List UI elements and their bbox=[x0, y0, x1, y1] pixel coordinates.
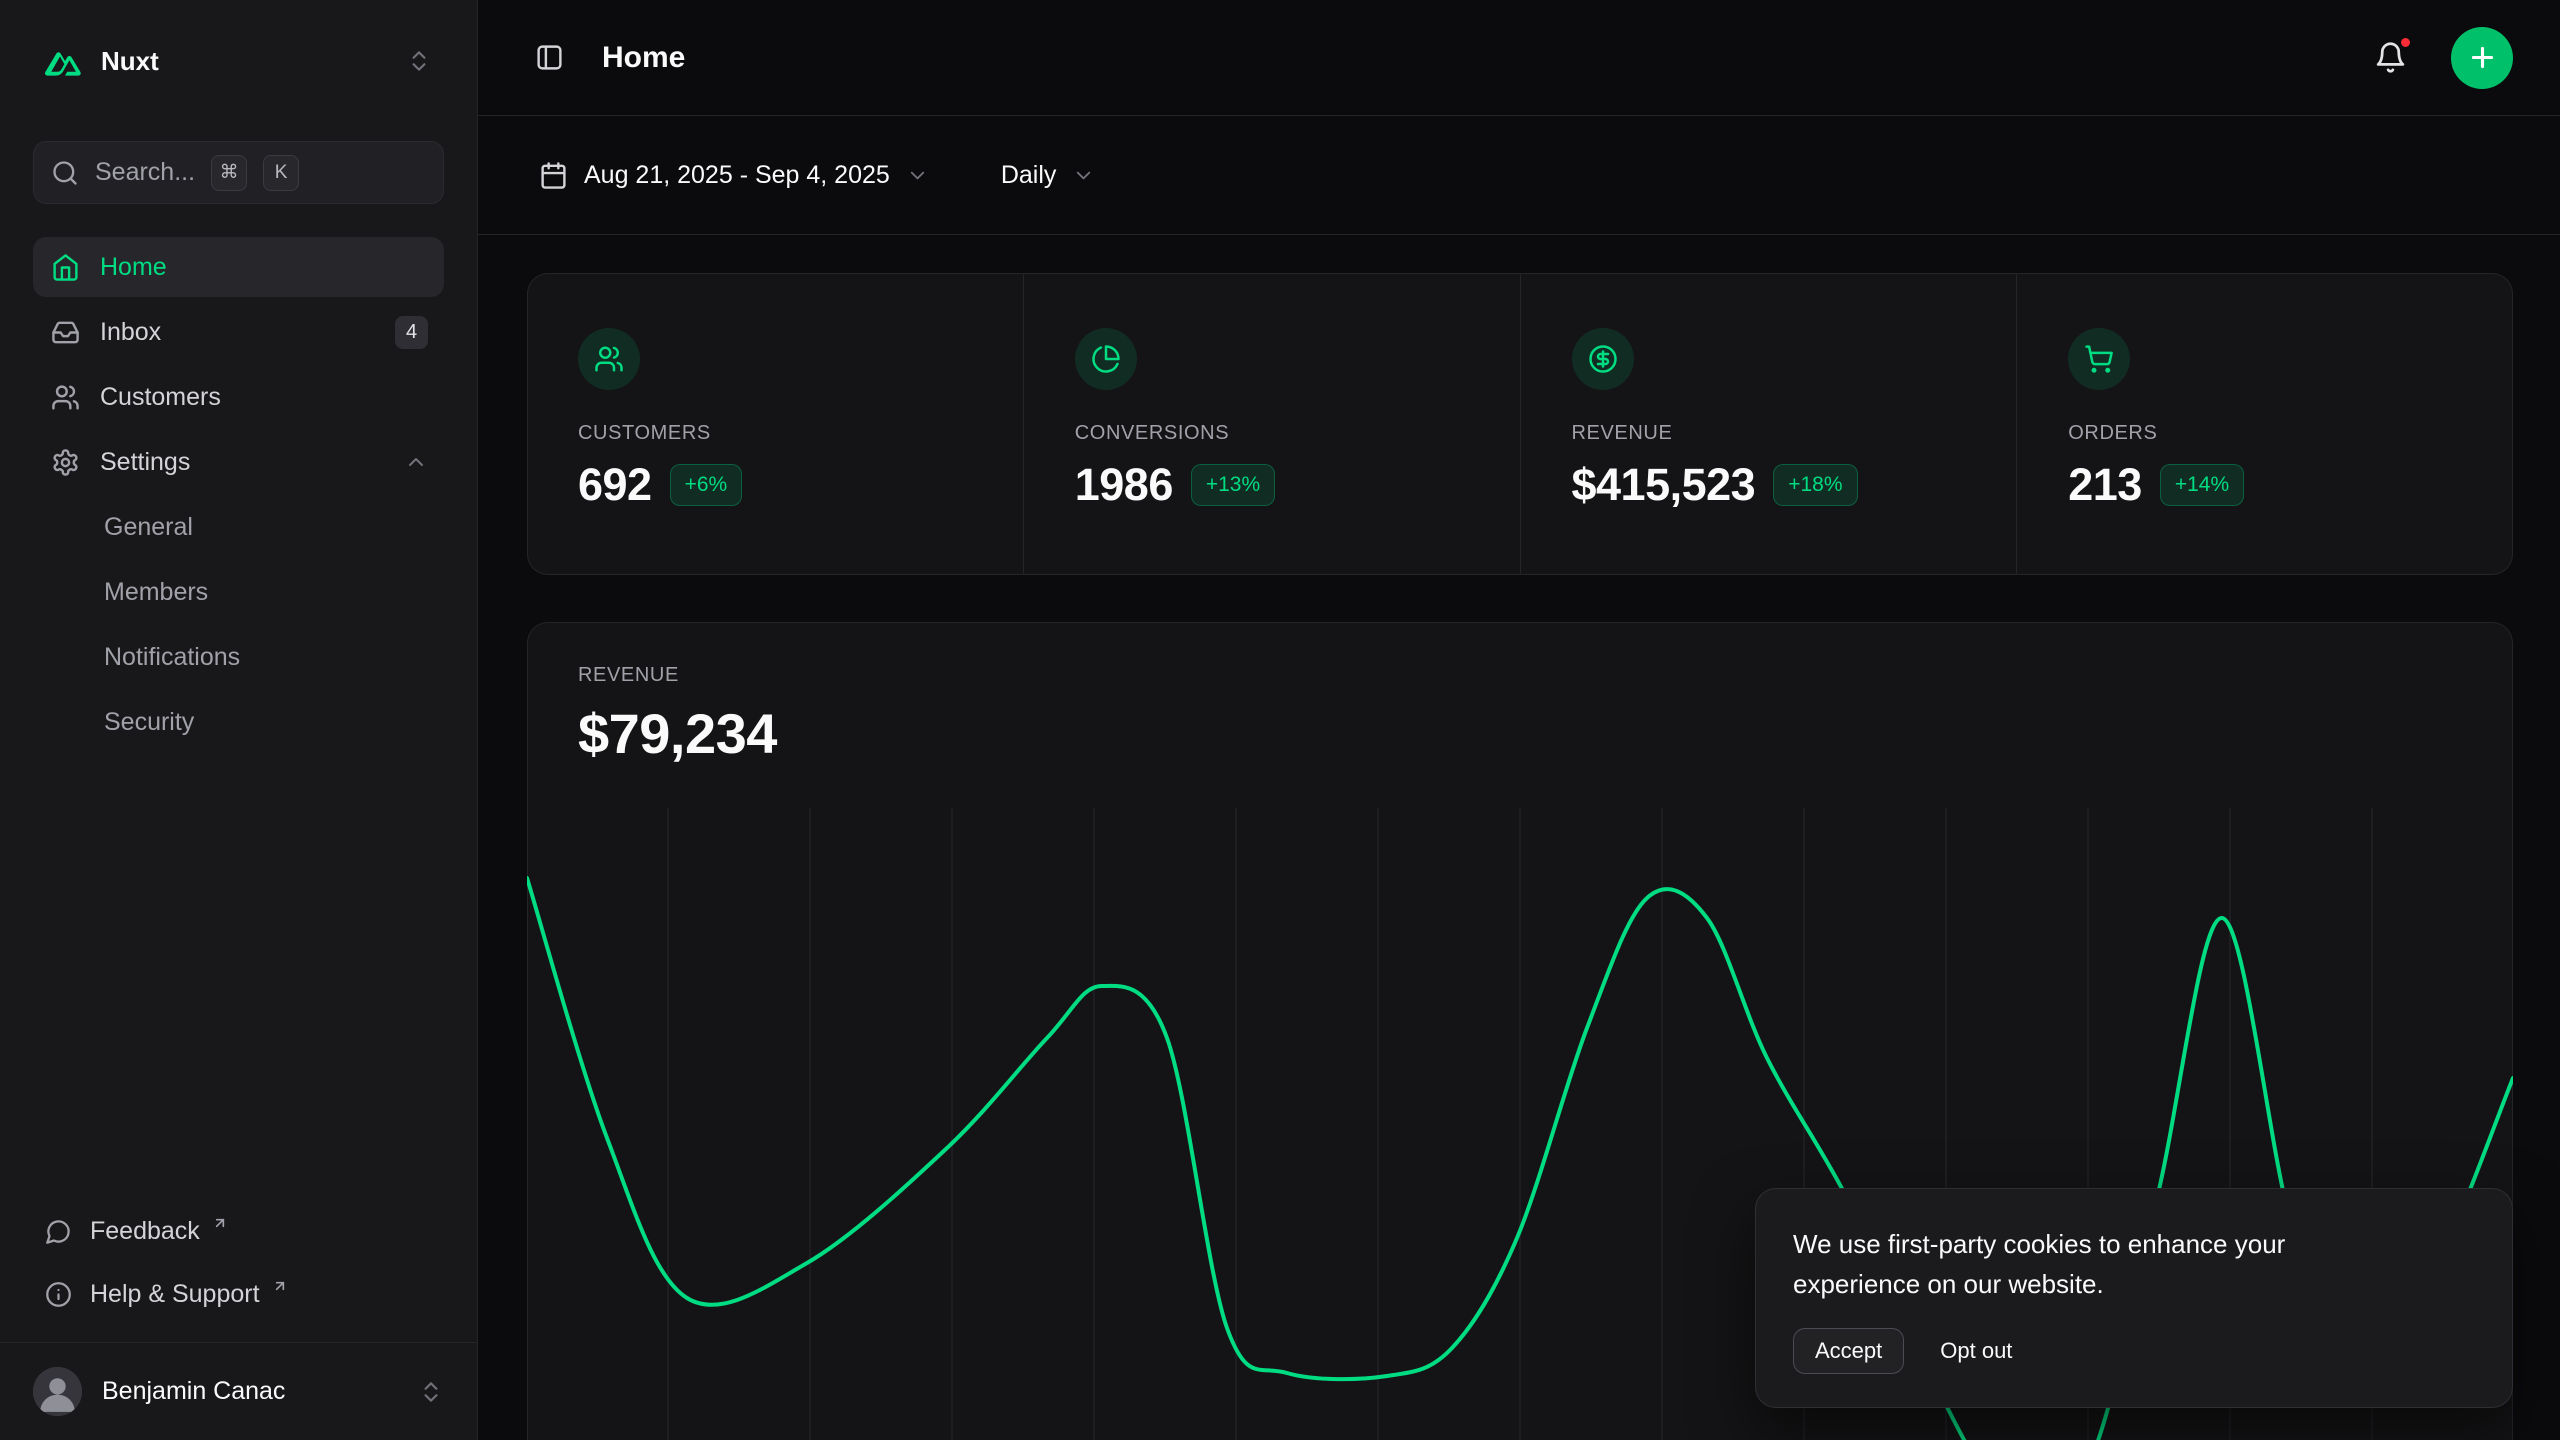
stat-label: ORDERS bbox=[2068, 422, 2473, 445]
stat-value: $415,523 bbox=[1572, 459, 1756, 511]
granularity-select[interactable]: Daily bbox=[989, 151, 1108, 200]
add-button[interactable] bbox=[2451, 27, 2513, 89]
stat-label: CUSTOMERS bbox=[578, 422, 983, 445]
external-link-icon bbox=[272, 1278, 288, 1294]
nuxt-logo-icon bbox=[45, 46, 81, 76]
sidebar-item-label: Inbox bbox=[100, 318, 161, 347]
footer-link-label: Feedback bbox=[90, 1217, 200, 1246]
cookie-message: We use first-party cookies to enhance yo… bbox=[1793, 1224, 2373, 1304]
sidebar-item-home[interactable]: Home bbox=[33, 237, 444, 297]
info-icon bbox=[45, 1281, 72, 1308]
search-icon bbox=[51, 159, 79, 187]
calendar-icon bbox=[539, 161, 568, 190]
feedback-link[interactable]: Feedback bbox=[33, 1200, 444, 1263]
chevrons-up-down-icon bbox=[418, 1379, 444, 1405]
granularity-label: Daily bbox=[1001, 161, 1057, 190]
sidebar-sub-label: Members bbox=[104, 578, 208, 607]
sidebar-item-label: Home bbox=[100, 253, 167, 282]
gear-icon bbox=[51, 448, 80, 477]
stat-customers[interactable]: CUSTOMERS 692 +6% bbox=[527, 273, 1023, 575]
sidebar-item-members[interactable]: Members bbox=[33, 562, 444, 622]
page-header: Home bbox=[478, 0, 2560, 116]
message-icon bbox=[45, 1218, 72, 1245]
search-input[interactable]: Search... ⌘ K bbox=[33, 141, 444, 204]
users-icon bbox=[51, 383, 80, 412]
users-circle-icon bbox=[578, 328, 640, 390]
sidebar-item-security[interactable]: Security bbox=[33, 692, 444, 752]
user-name: Benjamin Canac bbox=[102, 1377, 285, 1406]
stat-label: CONVERSIONS bbox=[1075, 422, 1480, 445]
revenue-chart-value: $79,234 bbox=[578, 701, 2464, 767]
stat-value: 213 bbox=[2068, 459, 2142, 511]
stat-delta-badge: +18% bbox=[1773, 464, 1857, 506]
kbd-key: K bbox=[263, 155, 299, 191]
sidebar-item-inbox[interactable]: Inbox 4 bbox=[33, 302, 444, 362]
revenue-chart-label: REVENUE bbox=[578, 663, 2464, 687]
sidebar-sub-label: General bbox=[104, 513, 193, 542]
sidebar-item-label: Customers bbox=[100, 383, 221, 412]
sidebar-toggle-button[interactable] bbox=[527, 35, 572, 80]
stat-orders[interactable]: ORDERS 213 +14% bbox=[2016, 273, 2513, 575]
shopping-cart-icon bbox=[2068, 328, 2130, 390]
notifications-button[interactable] bbox=[2366, 33, 2415, 82]
accept-cookies-button[interactable]: Accept bbox=[1793, 1328, 1904, 1374]
optout-cookies-button[interactable]: Opt out bbox=[1934, 1328, 2018, 1374]
search-placeholder: Search... bbox=[95, 158, 195, 187]
stat-label: REVENUE bbox=[1572, 422, 1977, 445]
help-support-link[interactable]: Help & Support bbox=[33, 1263, 444, 1326]
chevrons-up-down-icon bbox=[406, 48, 432, 74]
date-range-picker[interactable]: Aug 21, 2025 - Sep 4, 2025 bbox=[527, 151, 941, 200]
chevron-up-icon bbox=[404, 450, 428, 474]
stat-conversions[interactable]: CONVERSIONS 1986 +13% bbox=[1023, 273, 1520, 575]
workspace-switcher[interactable]: Nuxt bbox=[33, 33, 444, 89]
stat-delta-badge: +14% bbox=[2160, 464, 2244, 506]
sidebar-item-general[interactable]: General bbox=[33, 497, 444, 557]
stat-revenue[interactable]: REVENUE $415,523 +18% bbox=[1520, 273, 2017, 575]
sidebar: Nuxt Search... ⌘ K Home bbox=[0, 0, 478, 1440]
sidebar-sub-label: Notifications bbox=[104, 643, 240, 672]
sidebar-item-label: Settings bbox=[100, 448, 190, 477]
user-menu[interactable]: Benjamin Canac bbox=[0, 1342, 477, 1440]
stat-delta-badge: +6% bbox=[670, 464, 743, 506]
filters-toolbar: Aug 21, 2025 - Sep 4, 2025 Daily bbox=[478, 116, 2560, 235]
sidebar-footer: Feedback Help & Support bbox=[33, 1200, 444, 1342]
app-root: Nuxt Search... ⌘ K Home bbox=[0, 0, 2560, 1440]
stat-value: 1986 bbox=[1075, 459, 1173, 511]
workspace-name: Nuxt bbox=[101, 46, 159, 77]
dollar-circle-icon bbox=[1572, 328, 1634, 390]
plus-icon bbox=[2467, 42, 2498, 73]
home-icon bbox=[51, 253, 80, 282]
chevron-down-icon bbox=[1072, 164, 1095, 187]
inbox-icon bbox=[51, 318, 80, 347]
pie-chart-icon bbox=[1075, 328, 1137, 390]
panel-left-icon bbox=[535, 43, 564, 72]
stats-card: CUSTOMERS 692 +6% CONVERSIONS 1986 +13% bbox=[527, 273, 2513, 575]
page-title: Home bbox=[602, 41, 685, 75]
sidebar-item-customers[interactable]: Customers bbox=[33, 367, 444, 427]
avatar bbox=[33, 1367, 82, 1416]
sidebar-nav: Home Inbox 4 Customers Settings bbox=[33, 237, 444, 757]
inbox-count-badge: 4 bbox=[395, 316, 428, 349]
kbd-meta: ⌘ bbox=[211, 155, 247, 191]
footer-link-label: Help & Support bbox=[90, 1280, 260, 1309]
sidebar-sub-label: Security bbox=[104, 708, 194, 737]
stat-value: 692 bbox=[578, 459, 652, 511]
date-range-label: Aug 21, 2025 - Sep 4, 2025 bbox=[584, 161, 890, 190]
main-area: Home Au bbox=[478, 0, 2560, 1440]
chevron-down-icon bbox=[906, 164, 929, 187]
external-link-icon bbox=[212, 1215, 228, 1231]
stat-delta-badge: +13% bbox=[1191, 464, 1275, 506]
sidebar-item-settings[interactable]: Settings bbox=[33, 432, 444, 492]
sidebar-item-notifications[interactable]: Notifications bbox=[33, 627, 444, 687]
notification-dot bbox=[2398, 35, 2413, 50]
cookie-banner: We use first-party cookies to enhance yo… bbox=[1755, 1188, 2513, 1408]
